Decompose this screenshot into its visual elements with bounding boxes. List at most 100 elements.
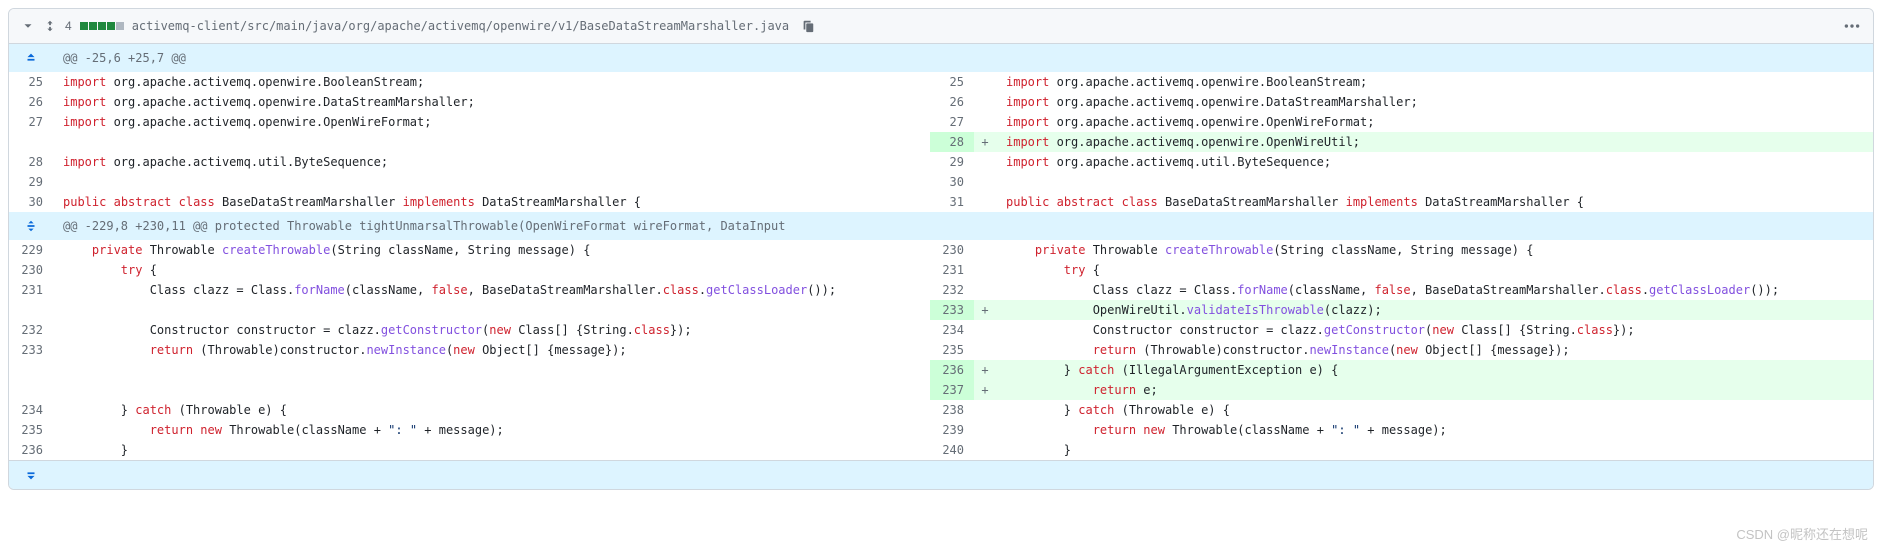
right-code: OpenWireUtil.validateIsThrowable(clazz);: [996, 300, 1873, 320]
right-code: }: [996, 440, 1873, 461]
diff-row-addition: 237 + return e;: [9, 380, 1873, 400]
left-line-number[interactable]: 25: [9, 72, 53, 92]
left-line-number[interactable]: 233: [9, 340, 53, 360]
right-code: import org.apache.activemq.openwire.Open…: [996, 132, 1873, 152]
expand-button[interactable]: [9, 212, 53, 240]
expand-up-button[interactable]: [9, 44, 53, 72]
right-line-number[interactable]: 231: [930, 260, 974, 280]
diffstat-add-block: [80, 22, 88, 30]
hunk-header: @@ -229,8 +230,11 @@ protected Throwable…: [53, 212, 1873, 240]
right-code: return (Throwable)constructor.newInstanc…: [996, 340, 1873, 360]
left-line-number: [9, 360, 53, 380]
kebab-icon[interactable]: [1843, 17, 1861, 35]
hunk-header-row: @@ -25,6 +25,7 @@: [9, 44, 1873, 72]
unfold-up-icon: [24, 51, 38, 65]
right-code: private Throwable createThrowable(String…: [996, 240, 1873, 260]
right-code: return new Throwable(className + ": " + …: [996, 420, 1873, 440]
hunk-header-row: @@ -229,8 +230,11 @@ protected Throwable…: [9, 212, 1873, 240]
left-line-number[interactable]: 29: [9, 172, 53, 192]
diff-marker: [974, 192, 996, 212]
left-line-number: [9, 300, 53, 320]
file-header-left: 4 activemq-client/src/main/java/org/apac…: [21, 19, 1843, 33]
expand-down-row: [9, 461, 1873, 490]
right-line-number[interactable]: 30: [930, 172, 974, 192]
diff-marker: +: [974, 132, 996, 152]
left-line-number[interactable]: 30: [9, 192, 53, 212]
diff-marker: [974, 340, 996, 360]
right-line-number[interactable]: 234: [930, 320, 974, 340]
diff-row: 230 try { 231 try {: [9, 260, 1873, 280]
left-code: [53, 172, 930, 192]
diff-row: 236 } 240 }: [9, 440, 1873, 461]
left-line-number[interactable]: 235: [9, 420, 53, 440]
expand-all-icon[interactable]: [43, 19, 57, 33]
right-line-number[interactable]: 28: [930, 132, 974, 152]
right-line-number[interactable]: 29: [930, 152, 974, 172]
right-line-number[interactable]: 25: [930, 72, 974, 92]
left-line-number[interactable]: 231: [9, 280, 53, 300]
left-line-number[interactable]: 230: [9, 260, 53, 280]
left-line-number[interactable]: 232: [9, 320, 53, 340]
diff-row-addition: 236 + } catch (IllegalArgumentException …: [9, 360, 1873, 380]
diff-row: 233 return (Throwable)constructor.newIns…: [9, 340, 1873, 360]
right-line-number[interactable]: 237: [930, 380, 974, 400]
diff-row: 30 public abstract class BaseDataStreamM…: [9, 192, 1873, 212]
diff-marker: [974, 420, 996, 440]
diff-table: @@ -25,6 +25,7 @@ 25 import org.apache.a…: [9, 44, 1873, 489]
left-line-number[interactable]: 236: [9, 440, 53, 461]
diff-row: 231 Class clazz = Class.forName(classNam…: [9, 280, 1873, 300]
diff-marker: +: [974, 300, 996, 320]
diff-marker: [974, 112, 996, 132]
right-line-number[interactable]: 233: [930, 300, 974, 320]
diff-marker: +: [974, 380, 996, 400]
right-code: Class clazz = Class.forName(className, f…: [996, 280, 1873, 300]
diff-row: 28 import org.apache.activemq.util.ByteS…: [9, 152, 1873, 172]
diff-marker: [974, 92, 996, 112]
left-line-number[interactable]: 28: [9, 152, 53, 172]
left-code: return new Throwable(className + ": " + …: [53, 420, 930, 440]
diff-marker: [974, 240, 996, 260]
left-code: [53, 380, 930, 400]
left-code: } catch (Throwable e) {: [53, 400, 930, 420]
unfold-down-icon: [24, 468, 38, 482]
diff-marker: [974, 172, 996, 192]
diff-marker: [974, 280, 996, 300]
left-code: [53, 360, 930, 380]
right-code: Constructor constructor = clazz.getConst…: [996, 320, 1873, 340]
diff-row: 29 30: [9, 172, 1873, 192]
left-line-number: [9, 380, 53, 400]
right-line-number[interactable]: 26: [930, 92, 974, 112]
right-code: return e;: [996, 380, 1873, 400]
diff-row: 27 import org.apache.activemq.openwire.O…: [9, 112, 1873, 132]
right-line-number[interactable]: 232: [930, 280, 974, 300]
expand-down-button[interactable]: [9, 461, 53, 490]
right-line-number[interactable]: 240: [930, 440, 974, 461]
left-line-number[interactable]: 229: [9, 240, 53, 260]
chevron-down-icon[interactable]: [21, 19, 35, 33]
file-path[interactable]: activemq-client/src/main/java/org/apache…: [132, 19, 789, 33]
diff-row-addition: 28 + import org.apache.activemq.openwire…: [9, 132, 1873, 152]
right-line-number[interactable]: 235: [930, 340, 974, 360]
diff-row: 229 private Throwable createThrowable(St…: [9, 240, 1873, 260]
left-code: try {: [53, 260, 930, 280]
right-line-number[interactable]: 27: [930, 112, 974, 132]
right-code: [996, 172, 1873, 192]
left-line-number[interactable]: 26: [9, 92, 53, 112]
right-line-number[interactable]: 31: [930, 192, 974, 212]
left-line-number: [9, 132, 53, 152]
diffstat-add-block: [89, 22, 97, 30]
left-code: [53, 300, 930, 320]
left-line-number[interactable]: 27: [9, 112, 53, 132]
right-line-number[interactable]: 230: [930, 240, 974, 260]
right-code: } catch (IllegalArgumentException e) {: [996, 360, 1873, 380]
left-code: import org.apache.activemq.openwire.Open…: [53, 112, 930, 132]
right-line-number[interactable]: 238: [930, 400, 974, 420]
hunk-header: @@ -25,6 +25,7 @@: [53, 44, 1873, 72]
right-line-number[interactable]: 236: [930, 360, 974, 380]
left-line-number[interactable]: 234: [9, 400, 53, 420]
right-line-number[interactable]: 239: [930, 420, 974, 440]
watermark: CSDN @昵称还在想呢: [1736, 524, 1868, 543]
copy-icon[interactable]: [801, 19, 815, 33]
left-code: Class clazz = Class.forName(className, f…: [53, 280, 930, 300]
diff-marker: +: [974, 360, 996, 380]
